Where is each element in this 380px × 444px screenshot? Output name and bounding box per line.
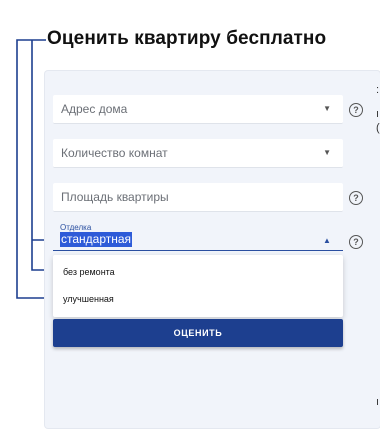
edge-text-fragment: ı (376, 396, 380, 408)
submit-button[interactable]: ОЦЕНИТЬ (53, 319, 343, 347)
help-icon[interactable]: ? (349, 103, 363, 117)
address-placeholder: Адрес дома (61, 102, 128, 116)
finish-label: Отделка (60, 223, 92, 232)
finish-selected-value[interactable]: стандартная (60, 232, 133, 247)
chevron-down-icon: ▼ (323, 104, 331, 113)
edge-text-fragment: ı (376, 108, 380, 120)
rooms-select[interactable]: Количество комнат ▼ (53, 139, 343, 168)
help-icon[interactable]: ? (349, 191, 363, 205)
option-improved[interactable]: улучшенная (63, 294, 114, 304)
option-no-repair[interactable]: без ремонта (63, 267, 115, 277)
rooms-placeholder: Количество комнат (61, 146, 168, 160)
edge-text-fragment: ( (376, 122, 380, 134)
address-select[interactable]: Адрес дома ▼ (53, 95, 343, 124)
chevron-up-icon[interactable]: ▲ (323, 236, 331, 245)
area-placeholder: Площадь квартиры (61, 190, 169, 204)
area-input[interactable]: Площадь квартиры (53, 183, 343, 212)
page-title: Оценить квартиру бесплатно (47, 28, 327, 49)
finish-dropdown: без ремонта улучшенная (53, 255, 343, 317)
edge-text-fragment: : (376, 84, 380, 96)
chevron-down-icon: ▼ (323, 148, 331, 157)
finish-underline (53, 250, 343, 251)
help-icon[interactable]: ? (349, 235, 363, 249)
